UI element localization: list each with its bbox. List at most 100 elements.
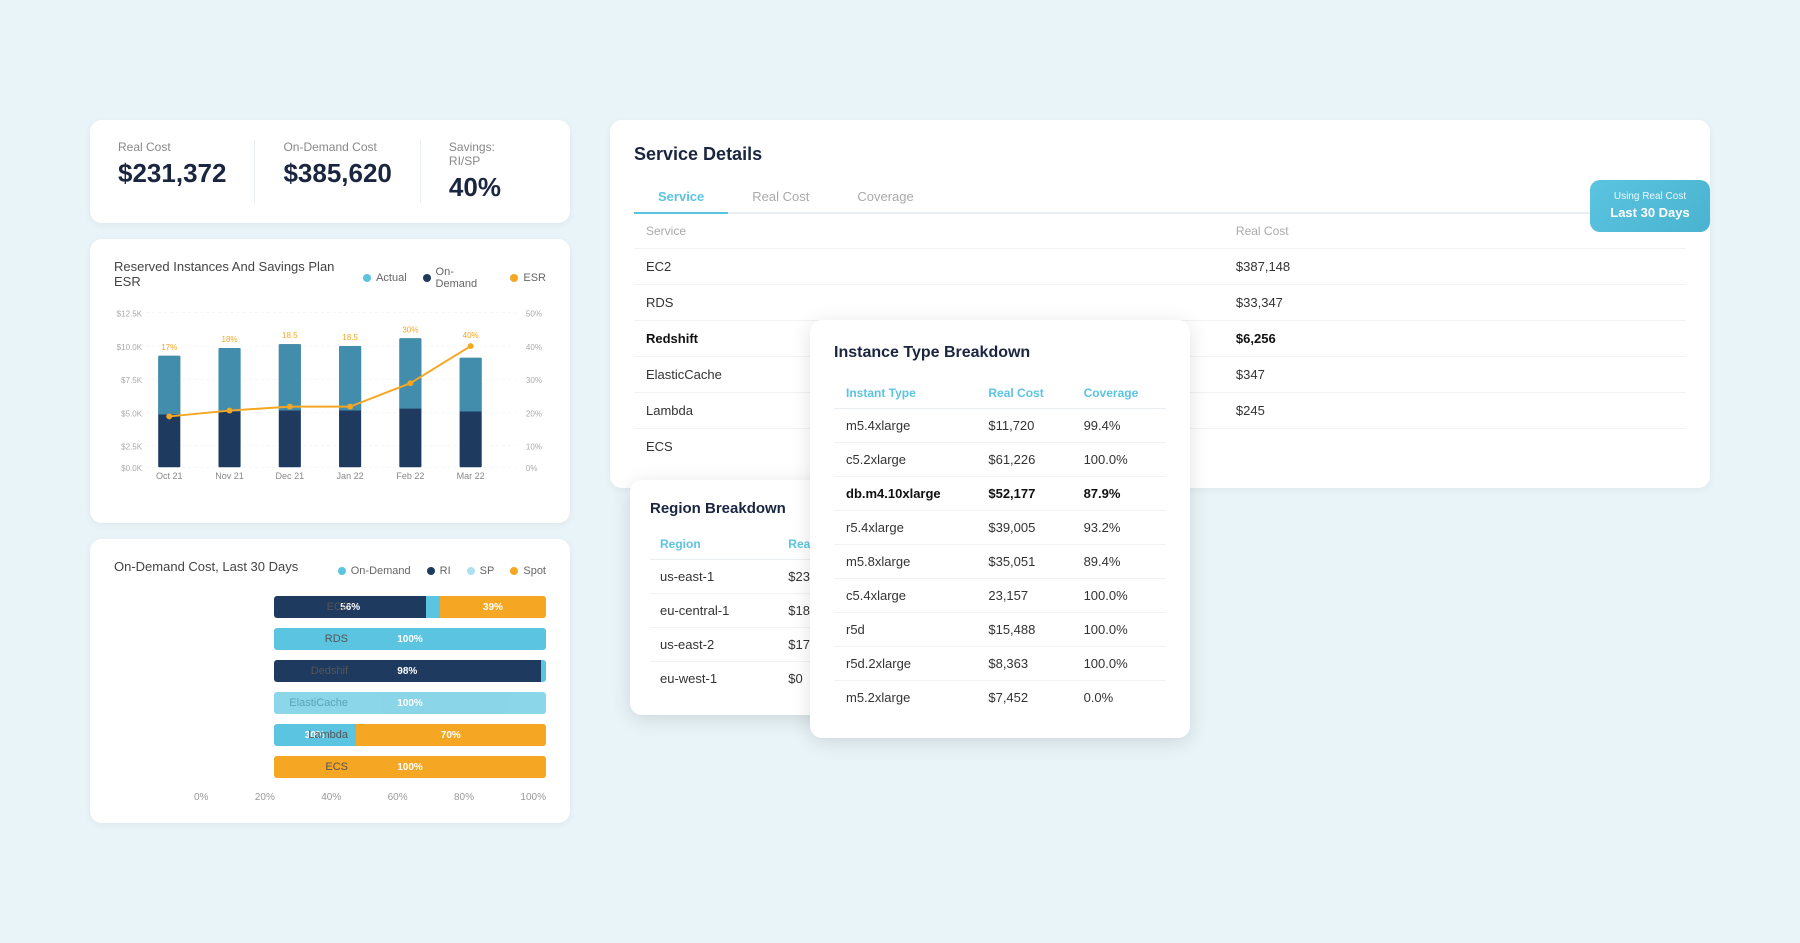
cov-dbm410xlarge: 87.9% [1072, 477, 1166, 511]
region-euwest1: eu-west-1 [650, 662, 778, 696]
svg-text:Feb 22: Feb 22 [396, 471, 424, 479]
lambda-orange: 70% [356, 724, 546, 746]
tab-service[interactable]: Service [634, 181, 728, 214]
stacked-ondemand-label: On-Demand [351, 565, 411, 577]
cost-c54xlarge: 23,157 [976, 579, 1071, 613]
cost-lambda: $245 [1224, 393, 1686, 429]
col-instant-type: Instant Type [834, 378, 976, 409]
svg-text:40%: 40% [463, 331, 479, 340]
ec2-orange: 39% [440, 596, 546, 618]
dedshif-label: Dedshif [274, 665, 348, 677]
elasticache-bars: 100% [274, 692, 546, 714]
type-r54xlarge: r5.4xlarge [834, 511, 976, 545]
tab-coverage[interactable]: Coverage [833, 181, 937, 214]
esr-dot [510, 274, 518, 282]
svg-text:Oct 21: Oct 21 [156, 471, 183, 479]
legend-stacked-sp: SP [467, 565, 495, 577]
svg-text:18.5: 18.5 [282, 331, 298, 340]
tab-real-cost[interactable]: Real Cost [728, 181, 833, 214]
stacked-row-elasticache: ElastiCache 100% [274, 692, 546, 714]
type-c54xlarge: c5.4xlarge [834, 579, 976, 613]
table-row: r5d.2xlarge $8,363 100.0% [834, 647, 1166, 681]
cost-ecs [1224, 429, 1686, 465]
stacked-ri-label: RI [440, 565, 451, 577]
legend-esr: ESR [510, 266, 546, 290]
table-row: r5.4xlarge $39,005 93.2% [834, 511, 1166, 545]
stacked-chart-title: On-Demand Cost, Last 30 Days [114, 559, 298, 574]
stacked-row-ecs: ECS 100% [274, 756, 546, 778]
service-details-card: Service Details Service Real Cost Covera… [610, 120, 1710, 488]
lambda-label: Lambda [274, 729, 348, 741]
svg-text:$7.5K: $7.5K [121, 376, 143, 385]
table-row: m5.4xlarge $11,720 99.4% [834, 409, 1166, 443]
cost-redshift: $6,256 [1224, 321, 1686, 357]
on-demand-card: On-Demand Cost $385,620 [283, 140, 420, 203]
svg-text:Mar 22: Mar 22 [457, 471, 485, 479]
table-row: r5d $15,488 100.0% [834, 613, 1166, 647]
region-useast2: us-east-2 [650, 628, 778, 662]
type-r5d: r5d [834, 613, 976, 647]
type-dbm410xlarge: db.m4.10xlarge [834, 477, 976, 511]
service-tabs: Service Real Cost Coverage [634, 181, 1686, 214]
cov-c54xlarge: 100.0% [1072, 579, 1166, 613]
cost-m52xlarge: $7,452 [976, 681, 1071, 715]
stacked-chart-card: On-Demand Cost, Last 30 Days On-Demand R… [90, 539, 570, 823]
actual-label: Actual [376, 272, 407, 284]
real-cost-card: Real Cost $231,372 [118, 140, 255, 203]
left-panel: Real Cost $231,372 On-Demand Cost $385,6… [90, 120, 570, 823]
stacked-chart-area: EC2 56% 39% RDS 100% [114, 596, 546, 803]
col-region: Region [650, 529, 778, 560]
instance-breakdown-title: Instance Type Breakdown [834, 344, 1166, 362]
bar-chart-title: Reserved Instances And Savings Plan ESR [114, 259, 363, 289]
svg-text:$2.5K: $2.5K [121, 443, 143, 452]
type-r5d2xlarge: r5d.2xlarge [834, 647, 976, 681]
type-c52xlarge: c5.2xlarge [834, 443, 976, 477]
service-rds: RDS [634, 285, 1224, 321]
savings-value: 40% [449, 172, 514, 203]
stacked-row-lambda: Lambda 30% 70% [274, 724, 546, 746]
stacked-row-rds: RDS 100% [274, 628, 546, 650]
svg-text:50%: 50% [526, 310, 542, 319]
esr-label: ESR [523, 272, 546, 284]
summary-cards: Real Cost $231,372 On-Demand Cost $385,6… [90, 120, 570, 223]
legend-stacked-spot: Spot [510, 565, 546, 577]
stacked-ri-dot [427, 567, 435, 575]
table-row: m5.8xlarge $35,051 89.4% [834, 545, 1166, 579]
col-real-cost-i: Real Cost [976, 378, 1071, 409]
using-real-cost-badge[interactable]: Using Real Cost Last 30 Days [1590, 180, 1710, 232]
cov-m54xlarge: 99.4% [1072, 409, 1166, 443]
svg-text:Jan 22: Jan 22 [337, 471, 364, 479]
cov-r54xlarge: 93.2% [1072, 511, 1166, 545]
cost-r5d2xlarge: $8,363 [976, 647, 1071, 681]
legend-stacked-ondemand: On-Demand [338, 565, 411, 577]
cost-rds: $33,347 [1224, 285, 1686, 321]
cov-m58xlarge: 89.4% [1072, 545, 1166, 579]
svg-text:Nov 21: Nov 21 [215, 471, 244, 479]
ec2-blue [426, 596, 440, 618]
on-demand-value: $385,620 [283, 158, 391, 189]
table-row: m5.2xlarge $7,452 0.0% [834, 681, 1166, 715]
svg-text:40%: 40% [526, 343, 542, 352]
cost-m54xlarge: $11,720 [976, 409, 1071, 443]
stacked-row-ec2: EC2 56% 39% [274, 596, 546, 618]
cost-ec2: $387,148 [1224, 249, 1686, 285]
stacked-ondemand-dot [338, 567, 346, 575]
cost-r54xlarge: $39,005 [976, 511, 1071, 545]
cost-c52xlarge: $61,226 [976, 443, 1071, 477]
instance-table: Instant Type Real Cost Coverage m5.4xlar… [834, 378, 1166, 714]
bar-chart-svg: $12.5K $10.0K $7.5K $5.0K $2.5K $0.0K 50… [114, 303, 546, 479]
on-demand-label: On-Demand Cost [283, 140, 391, 154]
cost-elasticcache: $347 [1224, 357, 1686, 393]
col-coverage-i: Coverage [1072, 378, 1166, 409]
badge-main-text: Last 30 Days [1606, 204, 1694, 222]
svg-text:$12.5K: $12.5K [117, 310, 143, 319]
stacked-row-dedshif: Dedshif 98% [274, 660, 546, 682]
right-panel: Service Details Service Real Cost Covera… [610, 120, 1710, 488]
cov-m52xlarge: 0.0% [1072, 681, 1166, 715]
cov-r5d: 100.0% [1072, 613, 1166, 647]
service-ec2: EC2 [634, 249, 1224, 285]
svg-text:30%: 30% [402, 325, 418, 334]
type-m54xlarge: m5.4xlarge [834, 409, 976, 443]
ec2-label: EC2 [274, 601, 348, 613]
cost-r5d: $15,488 [976, 613, 1071, 647]
